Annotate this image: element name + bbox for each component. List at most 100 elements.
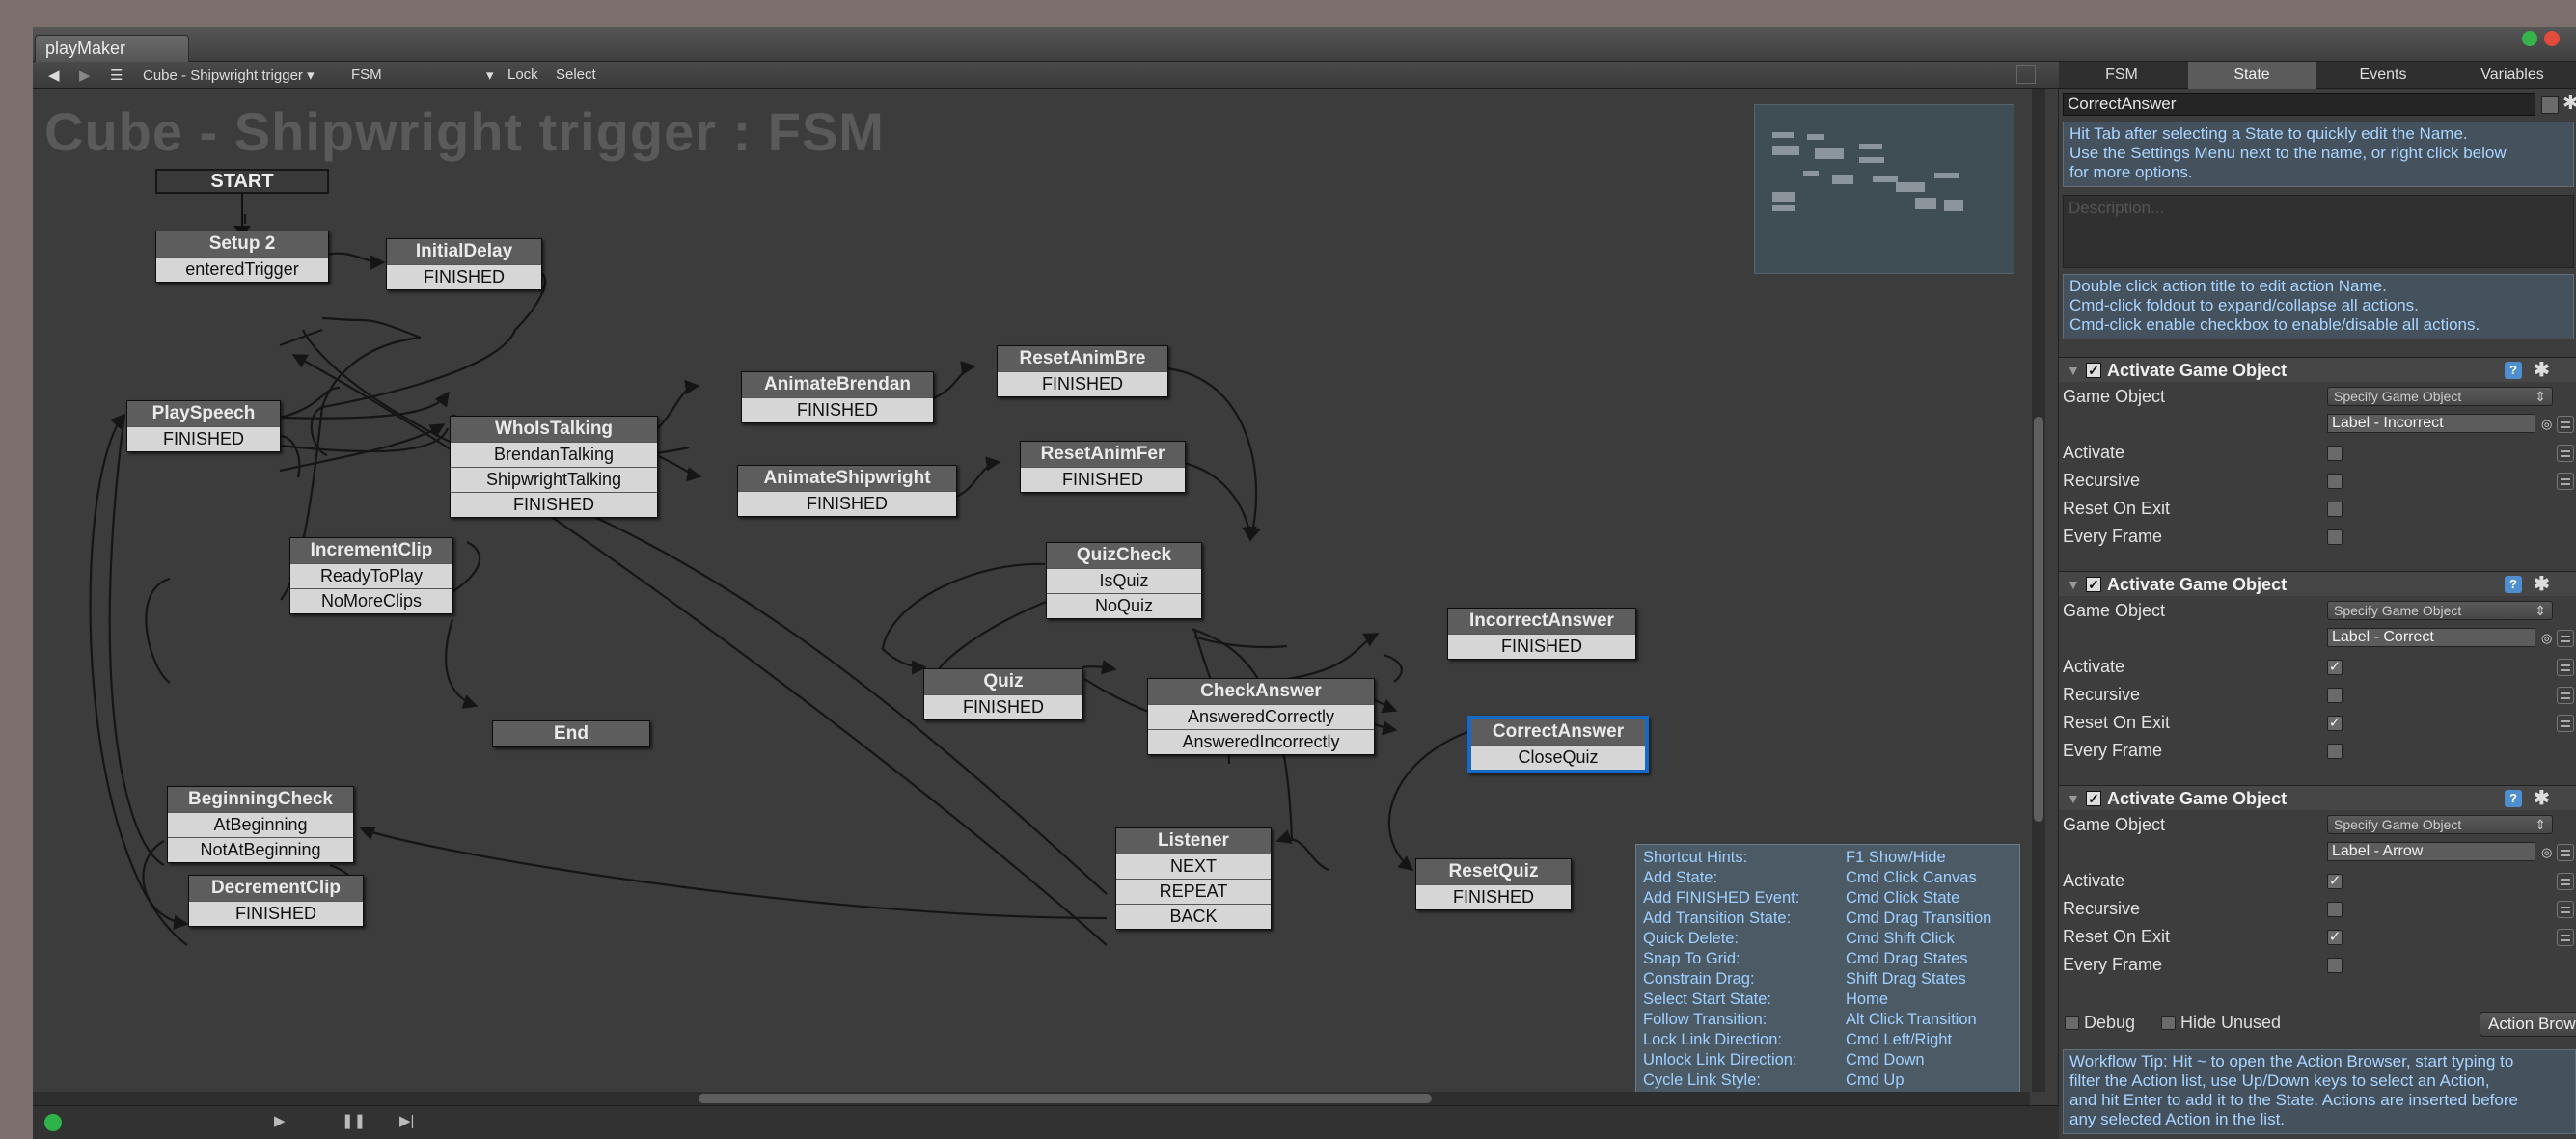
state-title[interactable]: ResetAnimBre (998, 346, 1167, 371)
state-event[interactable]: FINISHED (742, 397, 933, 422)
state-title[interactable]: BeginningCheck (168, 787, 353, 812)
activate-checkbox[interactable]: ✓ (2327, 874, 2343, 889)
pause-icon[interactable]: ❚❚ (342, 1112, 366, 1129)
state-event[interactable]: FINISHED (998, 371, 1167, 396)
recursive-checkbox[interactable] (2327, 902, 2343, 917)
state-beginningcheck[interactable]: BeginningCheck AtBeginning NotAtBeginnin… (167, 786, 354, 863)
game-object-mode-dropdown[interactable]: Specify Game Object ⇕ (2327, 815, 2553, 834)
forward-arrow-icon[interactable]: ▶ (79, 67, 91, 84)
variable-menu-icon[interactable] (2557, 416, 2574, 433)
action-settings-icon[interactable]: ✱ (2534, 786, 2550, 811)
foldout-arrow-icon[interactable]: ▼ (2067, 358, 2080, 383)
variable-menu-icon[interactable] (2557, 630, 2574, 647)
state-animatebrendan[interactable]: AnimateBrendan FINISHED (741, 371, 934, 423)
recursive-checkbox[interactable] (2327, 688, 2343, 703)
state-event[interactable]: CloseQuiz (1471, 745, 1645, 770)
state-event[interactable]: FINISHED (387, 264, 541, 289)
state-title[interactable]: WhoIsTalking (451, 417, 657, 442)
state-event[interactable]: AnsweredIncorrectly (1148, 729, 1374, 754)
state-playspeech[interactable]: PlaySpeech FINISHED (126, 400, 281, 452)
variable-menu-icon[interactable] (2557, 687, 2574, 704)
state-title[interactable]: PlaySpeech (127, 401, 280, 426)
variable-menu-icon[interactable] (2557, 445, 2574, 462)
action-enable-checkbox[interactable]: ✓ (2086, 577, 2101, 592)
state-event[interactable]: BACK (1116, 904, 1271, 929)
fsm-name-dropdown[interactable]: FSM (351, 67, 382, 83)
variable-menu-icon[interactable] (2557, 659, 2574, 676)
reset-on-exit-checkbox[interactable]: ✓ (2327, 930, 2343, 945)
every-frame-checkbox[interactable] (2327, 958, 2343, 973)
help-book-icon[interactable]: ? (2505, 576, 2522, 593)
state-color-swatch[interactable] (2541, 96, 2559, 114)
state-title[interactable]: AnimateShipwright (738, 466, 956, 491)
object-picker-icon[interactable]: ◎ (2541, 845, 2552, 860)
close-icon[interactable] (2544, 31, 2560, 46)
state-event[interactable]: FINISHED (189, 901, 363, 926)
hide-unused-checkbox[interactable] (2161, 1016, 2176, 1030)
state-title[interactable]: CorrectAnswer (1471, 719, 1645, 745)
horizontal-scrollbar[interactable] (33, 1092, 2030, 1105)
state-event[interactable]: NoMoreClips (290, 588, 452, 613)
action-settings-icon[interactable]: ✱ (2534, 358, 2550, 383)
vertical-scroll-thumb[interactable] (2034, 417, 2043, 822)
game-object-field[interactable]: Label - Arrow (2327, 842, 2535, 861)
variable-menu-icon[interactable] (2557, 715, 2574, 732)
state-event[interactable]: NotAtBeginning (168, 837, 353, 862)
action-settings-icon[interactable]: ✱ (2534, 572, 2550, 597)
state-incorrectanswer[interactable]: IncorrectAnswer FINISHED (1447, 608, 1636, 660)
tab-fsm[interactable]: FSM (2059, 62, 2184, 89)
state-event[interactable]: NoQuiz (1047, 593, 1201, 618)
foldout-arrow-icon[interactable]: ▼ (2067, 572, 2080, 597)
help-book-icon[interactable]: ? (2505, 790, 2522, 807)
state-resetanimfer[interactable]: ResetAnimFer FINISHED (1020, 441, 1186, 493)
every-frame-checkbox[interactable] (2327, 529, 2343, 545)
action-header[interactable]: ▼ ✓ Activate Game Object ? ✱ (2059, 357, 2576, 382)
step-icon[interactable]: ▶| (399, 1112, 414, 1129)
debug-checkbox[interactable] (2065, 1016, 2079, 1030)
variable-menu-icon[interactable] (2557, 873, 2574, 890)
action-enable-checkbox[interactable]: ✓ (2086, 363, 2101, 378)
state-animateshipwright[interactable]: AnimateShipwright FINISHED (737, 465, 957, 517)
state-title[interactable]: InitialDelay (387, 239, 541, 264)
settings-gear-icon[interactable]: ✱ (2562, 91, 2576, 115)
state-event[interactable]: FINISHED (1021, 467, 1185, 492)
state-event[interactable]: FINISHED (738, 491, 956, 516)
minimize-icon[interactable] (2522, 31, 2537, 46)
state-initialdelay[interactable]: InitialDelay FINISHED (386, 238, 542, 290)
tab-state[interactable]: State (2188, 62, 2316, 89)
state-incrementclip[interactable]: IncrementClip ReadyToPlay NoMoreClips (289, 537, 453, 614)
state-event[interactable]: ShipwrightTalking (451, 467, 657, 492)
state-decrementclip[interactable]: DecrementClip FINISHED (188, 875, 364, 927)
state-title[interactable]: IncrementClip (290, 538, 452, 563)
horizontal-scroll-thumb[interactable] (699, 1094, 1432, 1103)
variable-menu-icon[interactable] (2557, 929, 2574, 946)
tab-playmaker[interactable]: playMaker (35, 35, 189, 62)
action-title[interactable]: Activate Game Object (2107, 786, 2287, 811)
state-event[interactable]: FINISHED (1448, 634, 1635, 659)
description-field[interactable]: Description... (2063, 195, 2574, 268)
menu-icon[interactable]: ☰ (110, 67, 123, 84)
state-title[interactable]: ResetAnimFer (1021, 442, 1185, 467)
state-title[interactable]: AnimateBrendan (742, 372, 933, 397)
state-event[interactable]: BrendanTalking (451, 442, 657, 467)
state-title[interactable]: CheckAnswer (1148, 679, 1374, 704)
variable-menu-icon[interactable] (2557, 473, 2574, 490)
state-quizcheck[interactable]: QuizCheck IsQuiz NoQuiz (1046, 542, 1202, 619)
state-event[interactable]: IsQuiz (1047, 568, 1201, 593)
state-listener[interactable]: Listener NEXT REPEAT BACK (1115, 827, 1272, 930)
variable-menu-icon[interactable] (2557, 901, 2574, 918)
graph-minimap[interactable] (1754, 104, 2014, 274)
action-enable-checkbox[interactable]: ✓ (2086, 791, 2101, 806)
state-event[interactable]: REPEAT (1116, 879, 1271, 904)
reset-on-exit-checkbox[interactable]: ✓ (2327, 716, 2343, 731)
state-name-field[interactable]: CorrectAnswer (2063, 93, 2535, 116)
minimap-toggle-icon[interactable] (2016, 65, 2036, 84)
state-title[interactable]: Quiz (924, 669, 1082, 694)
variable-menu-icon[interactable] (2557, 844, 2574, 861)
activate-checkbox[interactable]: ✓ (2327, 660, 2343, 675)
foldout-arrow-icon[interactable]: ▼ (2067, 786, 2080, 811)
state-title[interactable]: DecrementClip (189, 876, 363, 901)
state-title[interactable]: IncorrectAnswer (1448, 609, 1635, 634)
game-object-mode-dropdown[interactable]: Specify Game Object ⇕ (2327, 601, 2553, 620)
state-event[interactable]: FINISHED (924, 694, 1082, 719)
